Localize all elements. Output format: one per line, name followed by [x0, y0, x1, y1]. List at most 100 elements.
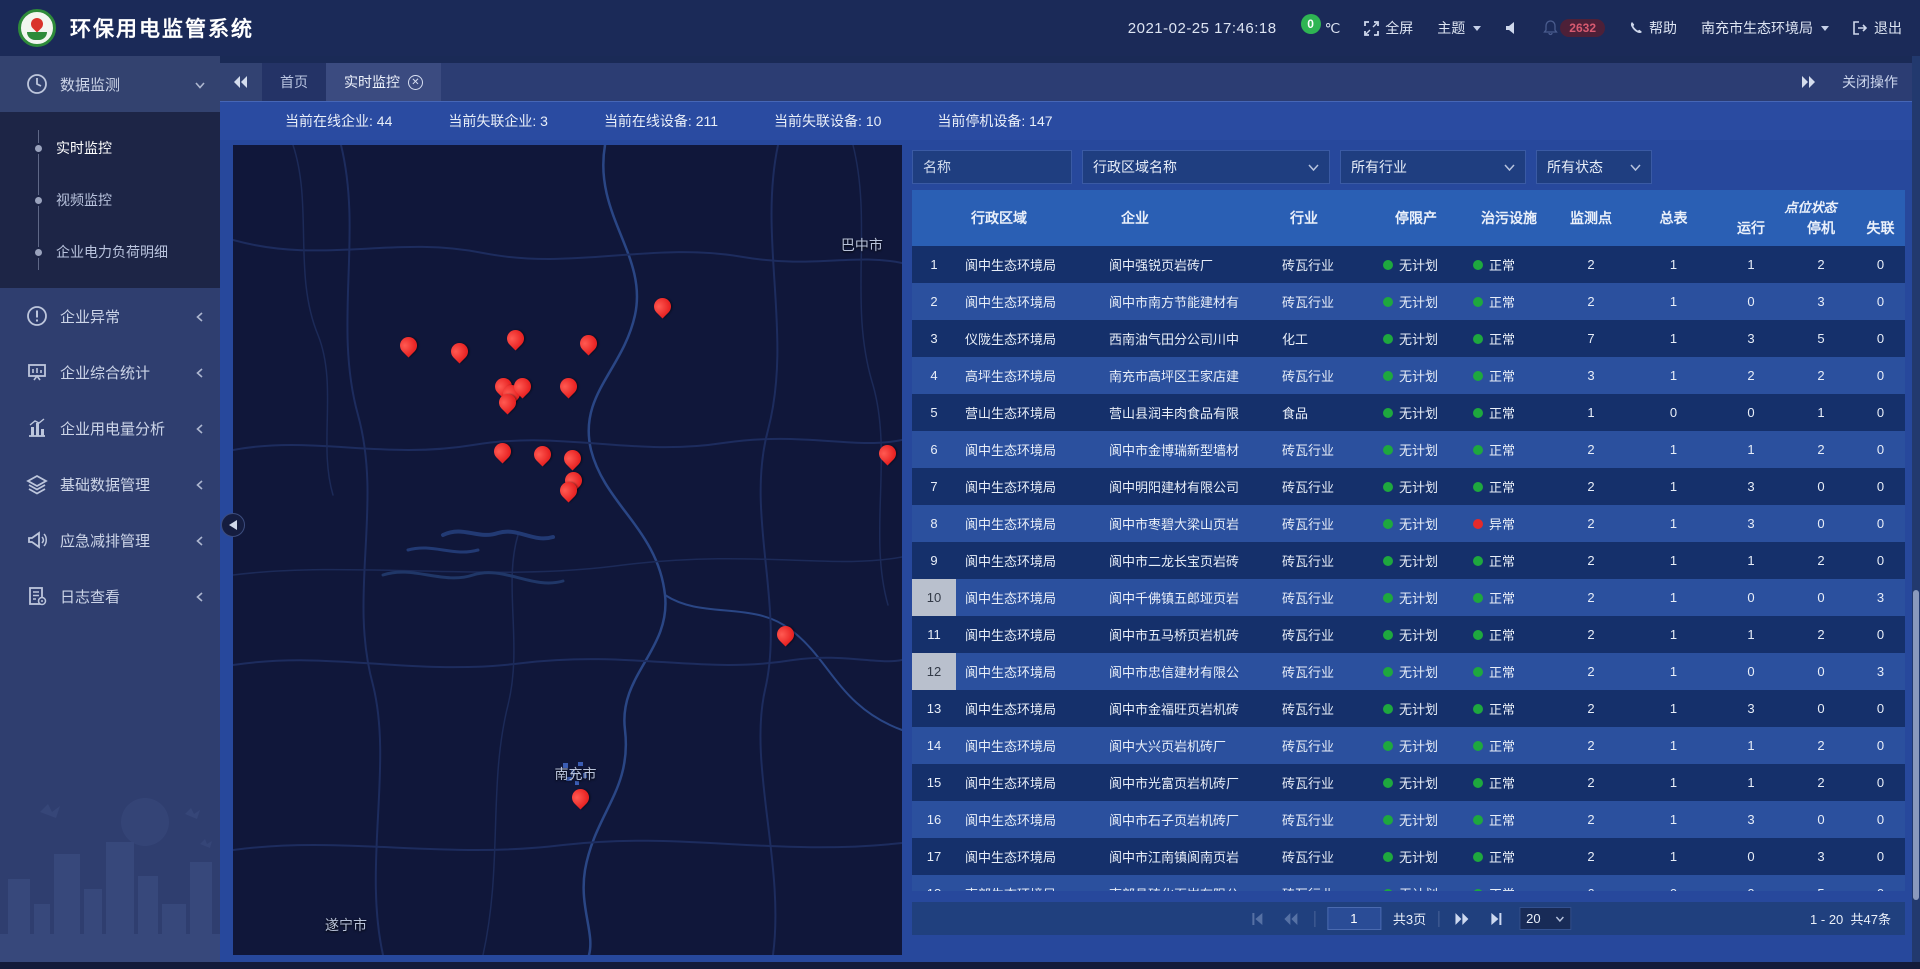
chevron-down-icon — [1555, 916, 1564, 922]
cell-industry: 砖瓦行业 — [1276, 505, 1371, 542]
fullscreen-button[interactable]: 全屏 — [1364, 18, 1413, 38]
status-dot-green — [1383, 371, 1393, 381]
status-dot-green — [1383, 778, 1393, 788]
table-row[interactable]: 4高坪生态环境局南充市高坪区王家店建砖瓦行业无计划正常31220 — [912, 357, 1905, 394]
cell-company: 阆中强锐页岩砖厂 — [1101, 246, 1276, 283]
sidebar-item[interactable]: 基础数据管理 — [0, 456, 220, 512]
sidebar-item[interactable]: 企业异常 — [0, 288, 220, 344]
tab-首页[interactable]: 首页 — [262, 63, 326, 101]
cell-facility-status: 正常 — [1461, 246, 1551, 283]
sidebar-item[interactable]: 企业综合统计 — [0, 344, 220, 400]
cell-industry: 砖瓦行业 — [1276, 764, 1371, 801]
row-index: 1 — [912, 246, 956, 283]
tabs-scroll-left-button[interactable] — [220, 63, 262, 101]
industry-filter-select[interactable]: 所有行业 — [1340, 150, 1526, 184]
sound-button[interactable] — [1505, 21, 1519, 35]
cell-monitor-count: 2 — [1551, 505, 1631, 542]
name-filter-input[interactable] — [912, 150, 1072, 184]
table-row[interactable]: 13阆中生态环境局阆中市金福旺页岩机砖砖瓦行业无计划正常21300 — [912, 690, 1905, 727]
stats-bar: 当前在线企业: 44当前失联企业: 3当前在线设备: 211当前失联设备: 10… — [220, 101, 1920, 140]
table-row[interactable]: 12阆中生态环境局阆中市忠信建材有限公砖瓦行业无计划正常21003 — [912, 653, 1905, 690]
table-row[interactable]: 7阆中生态环境局阆中明阳建材有限公司砖瓦行业无计划正常21300 — [912, 468, 1905, 505]
table-row[interactable]: 18南部生态环境局南部县砖化页岩有限公砖瓦行业无计划正常60050 — [912, 875, 1905, 891]
tab-close-icon[interactable]: ✕ — [408, 75, 423, 90]
double-chevron-left-icon — [234, 76, 248, 88]
cell-running-count: 0 — [1716, 283, 1786, 320]
status-filter-select[interactable]: 所有状态 — [1536, 150, 1652, 184]
status-dot-green — [1473, 852, 1483, 862]
table-row[interactable]: 15阆中生态环境局阆中市光富页岩机砖厂砖瓦行业无计划正常21120 — [912, 764, 1905, 801]
next-page-button[interactable] — [1451, 910, 1473, 928]
theme-dropdown[interactable]: 主题 — [1437, 18, 1481, 38]
region-filter-select[interactable]: 行政区域名称 — [1082, 150, 1330, 184]
last-page-button[interactable] — [1485, 910, 1507, 928]
app-title: 环保用电监管系统 — [70, 13, 254, 43]
cell-meter-count: 1 — [1631, 505, 1716, 542]
cell-region: 营山生态环境局 — [956, 394, 1101, 431]
cell-limit-status: 无计划 — [1371, 875, 1461, 891]
table-row[interactable]: 6阆中生态环境局阆中市金博瑞新型墙材砖瓦行业无计划正常21120 — [912, 431, 1905, 468]
cell-stopped-count: 2 — [1786, 616, 1856, 653]
sidebar-subitem[interactable]: 视频监控 — [0, 174, 220, 226]
cell-lost-count: 3 — [1856, 579, 1905, 616]
cell-meter-count: 1 — [1631, 727, 1716, 764]
cell-company: 西南油气田分公司川中 — [1101, 320, 1276, 357]
tabs-scroll-right-icon[interactable] — [1802, 76, 1816, 88]
status-dot-green — [1383, 556, 1393, 566]
sidebar-subitem[interactable]: 企业电力负荷明细 — [0, 226, 220, 278]
cell-industry: 食品 — [1276, 394, 1371, 431]
close-operations-button[interactable]: 关闭操作 — [1842, 72, 1898, 92]
table-row[interactable]: 5营山生态环境局营山县润丰肉食品有限食品无计划正常10010 — [912, 394, 1905, 431]
map-collapse-button[interactable] — [221, 513, 245, 537]
table-row[interactable]: 11阆中生态环境局阆中市五马桥页岩机砖砖瓦行业无计划正常21120 — [912, 616, 1905, 653]
logout-button[interactable]: 退出 — [1853, 18, 1902, 38]
sidebar-subitem-label: 企业电力负荷明细 — [56, 242, 168, 262]
row-index: 2 — [912, 283, 956, 320]
cell-meter-count: 1 — [1631, 653, 1716, 690]
cell-region: 阆中生态环境局 — [956, 283, 1101, 320]
page-input[interactable] — [1327, 907, 1381, 930]
table-row[interactable]: 3仪陇生态环境局西南油气田分公司川中化工无计划正常71350 — [912, 320, 1905, 357]
table-row[interactable]: 16阆中生态环境局阆中市石子页岩机砖厂砖瓦行业无计划正常21300 — [912, 801, 1905, 838]
temperature-value: 0 — [1301, 14, 1321, 34]
cell-running-count: 3 — [1716, 320, 1786, 357]
table-row[interactable]: 1阆中生态环境局阆中强锐页岩砖厂砖瓦行业无计划正常21120 — [912, 246, 1905, 283]
table-row[interactable]: 14阆中生态环境局阆中大兴页岩机砖厂砖瓦行业无计划正常21120 — [912, 727, 1905, 764]
status-dot-green — [1473, 630, 1483, 640]
table-row[interactable]: 10阆中生态环境局阆中千佛镇五郎垭页岩砖瓦行业无计划正常21003 — [912, 579, 1905, 616]
notifications-button[interactable]: 2632 — [1543, 19, 1605, 37]
cell-region: 高坪生态环境局 — [956, 357, 1101, 394]
window-scrollbar[interactable] — [1912, 56, 1920, 969]
page-size-select[interactable]: 20 — [1519, 907, 1571, 930]
top-header: 环保用电监管系统 2021-02-25 17:46:18 0 ℃ 全屏 主题 2… — [0, 0, 1920, 56]
sidebar-item[interactable]: 日志查看 — [0, 568, 220, 624]
cell-lost-count: 0 — [1856, 838, 1905, 875]
prev-page-button[interactable] — [1280, 910, 1302, 928]
cell-region: 阆中生态环境局 — [956, 616, 1101, 653]
sidebar-subitem[interactable]: 实时监控 — [0, 122, 220, 174]
table-row[interactable]: 8阆中生态环境局阆中市枣碧大梁山页岩砖瓦行业无计划异常21300 — [912, 505, 1905, 542]
help-button[interactable]: 帮助 — [1629, 18, 1677, 38]
sidebar-item[interactable]: 应急减排管理 — [0, 512, 220, 568]
chevron-left-icon — [194, 366, 206, 378]
table-row[interactable]: 17阆中生态环境局阆中市江南镇阆南页岩砖瓦行业无计划正常21030 — [912, 838, 1905, 875]
status-dot-green — [1383, 704, 1393, 714]
cell-region: 阆中生态环境局 — [956, 690, 1101, 727]
table-row[interactable]: 9阆中生态环境局阆中市二龙长宝页岩砖砖瓦行业无计划正常21120 — [912, 542, 1905, 579]
org-selector-dropdown[interactable]: 南充市生态环境局 — [1701, 18, 1829, 38]
col-header-monitor: 监测点 — [1551, 190, 1631, 246]
table-row[interactable]: 2阆中生态环境局阆中市南方节能建材有砖瓦行业无计划正常21030 — [912, 283, 1905, 320]
sidebar-item[interactable]: 企业用电量分析 — [0, 400, 220, 456]
row-index: 6 — [912, 431, 956, 468]
sidebar-item[interactable]: 数据监测 — [0, 56, 220, 112]
map-panel[interactable]: 巴中市南充市遂宁市 — [233, 145, 902, 955]
status-dot-green — [1383, 260, 1393, 270]
scrollbar-thumb[interactable] — [1913, 590, 1919, 900]
first-page-button[interactable] — [1246, 910, 1268, 928]
tab-实时监控[interactable]: 实时监控✕ — [326, 63, 441, 101]
cell-region: 阆中生态环境局 — [956, 764, 1101, 801]
cell-industry: 砖瓦行业 — [1276, 468, 1371, 505]
cell-running-count: 2 — [1716, 357, 1786, 394]
cell-lost-count: 0 — [1856, 801, 1905, 838]
col-header-company: 企业 — [1101, 190, 1276, 246]
